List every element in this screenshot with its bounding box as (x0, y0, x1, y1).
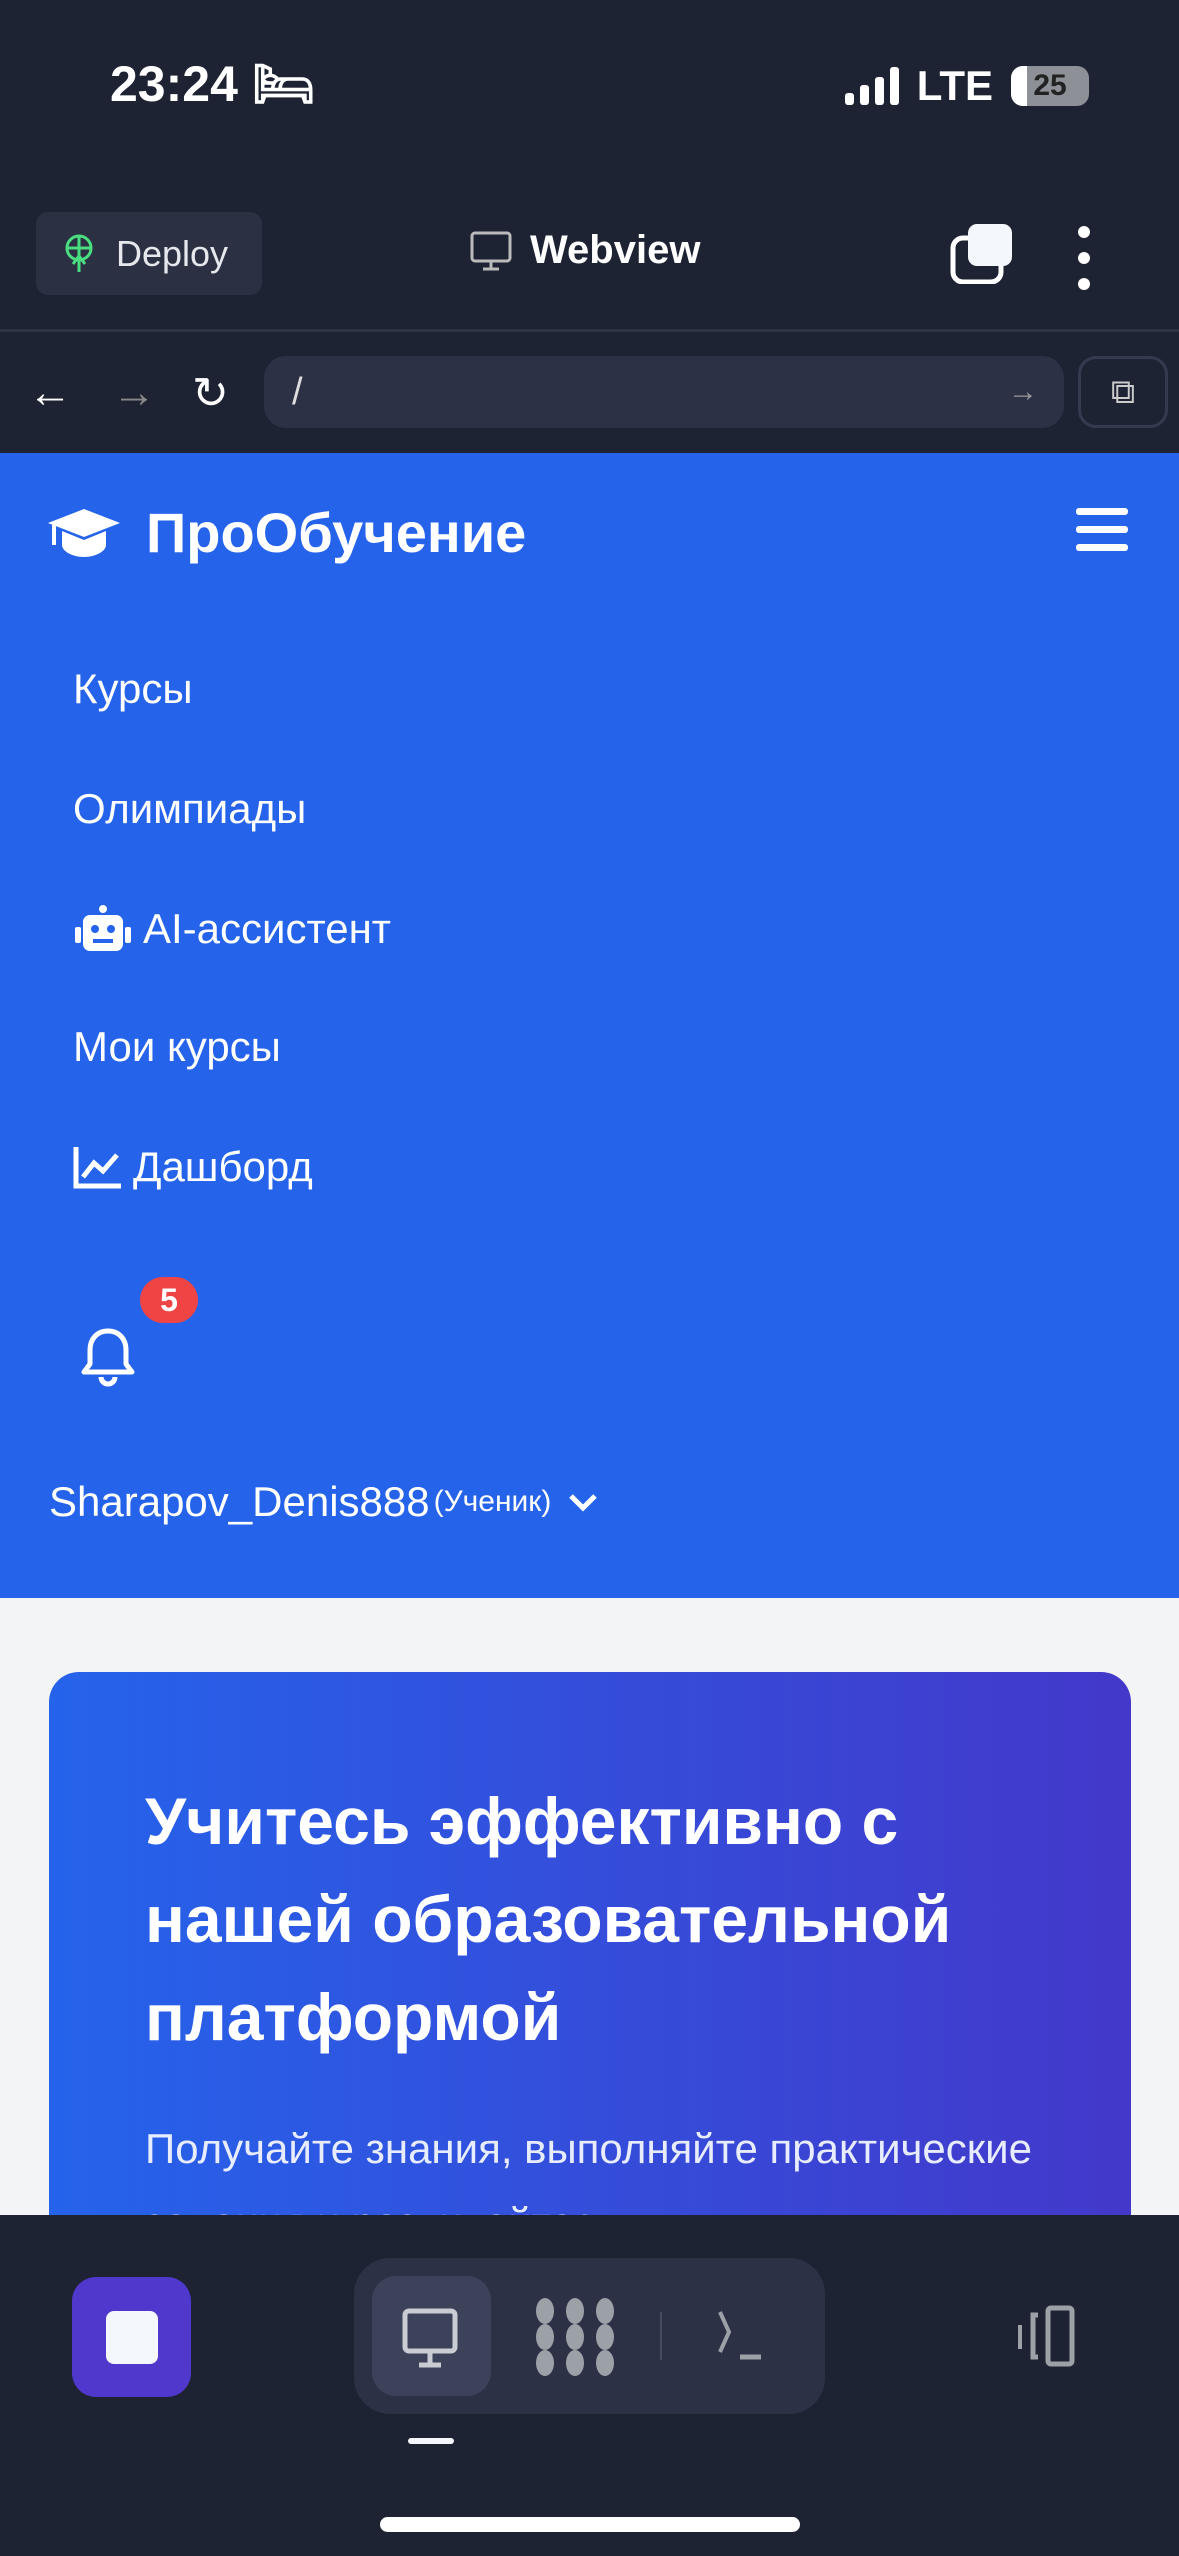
go-arrow-icon[interactable]: → (1008, 375, 1038, 409)
nav-ai-assistant[interactable]: AI-ассистент (73, 905, 391, 953)
active-tab-indicator (408, 2438, 454, 2444)
terminal-tab-icon[interactable] (715, 2307, 775, 2367)
monitor-icon (402, 2308, 458, 2368)
deploy-button[interactable]: Deploy (36, 212, 262, 295)
nav-courses[interactable]: Курсы (73, 665, 193, 713)
preview-tab[interactable] (372, 2276, 491, 2396)
user-role: (Ученик) (433, 1485, 552, 1518)
nav-dashboard[interactable]: Дашборд (73, 1143, 313, 1191)
chevron-down-icon (569, 1494, 598, 1512)
brand-logo[interactable]: ПроОбучение (46, 500, 526, 565)
signal-icon (844, 67, 899, 105)
stop-icon (105, 2310, 158, 2364)
back-button[interactable]: ← (28, 368, 72, 418)
hamburger-menu-button[interactable] (1076, 508, 1128, 551)
stop-button[interactable] (72, 2277, 191, 2397)
divider (0, 329, 1179, 332)
user-menu[interactable]: Sharapov_Denis888 (Ученик) (49, 1478, 603, 1526)
battery-icon: 25 (1011, 66, 1089, 106)
more-menu-icon[interactable] (1078, 226, 1090, 290)
device-rotate-icon[interactable] (1010, 2305, 1080, 2367)
sleep-icon: 🛏 (251, 56, 316, 112)
robot-icon (75, 905, 131, 951)
webview-title: Webview (470, 228, 700, 273)
nav-olympiads[interactable]: Олимпиады (73, 785, 306, 833)
nav-my-courses[interactable]: Мои курсы (73, 1023, 281, 1071)
open-external-button[interactable]: ⧉ (1078, 356, 1168, 428)
graduation-cap-icon (48, 508, 120, 557)
status-time: 23:24 🛏 (110, 56, 316, 112)
notifications-bell-icon[interactable] (78, 1325, 138, 1391)
network-label: LTE (916, 62, 993, 109)
forward-button[interactable]: → (112, 368, 156, 418)
monitor-icon (470, 231, 512, 270)
notifications-badge: 5 (140, 1277, 198, 1323)
hero-title: Учитесь эффективно с нашей образовательн… (145, 1784, 952, 2054)
deploy-label: Deploy (116, 232, 229, 274)
status-indicators: LTE 25 (844, 62, 1089, 110)
tabs-icon[interactable] (950, 222, 1015, 284)
deploy-globe-icon (65, 234, 93, 272)
user-name: Sharapov_Denis888 (49, 1478, 430, 1525)
segment-divider (660, 2312, 662, 2360)
chart-line-icon (73, 1147, 121, 1189)
url-input[interactable]: / → (264, 356, 1064, 428)
home-indicator[interactable] (380, 2517, 800, 2532)
pattern-tab-icon[interactable] (535, 2297, 615, 2377)
reload-button[interactable]: ↻ (192, 368, 229, 419)
